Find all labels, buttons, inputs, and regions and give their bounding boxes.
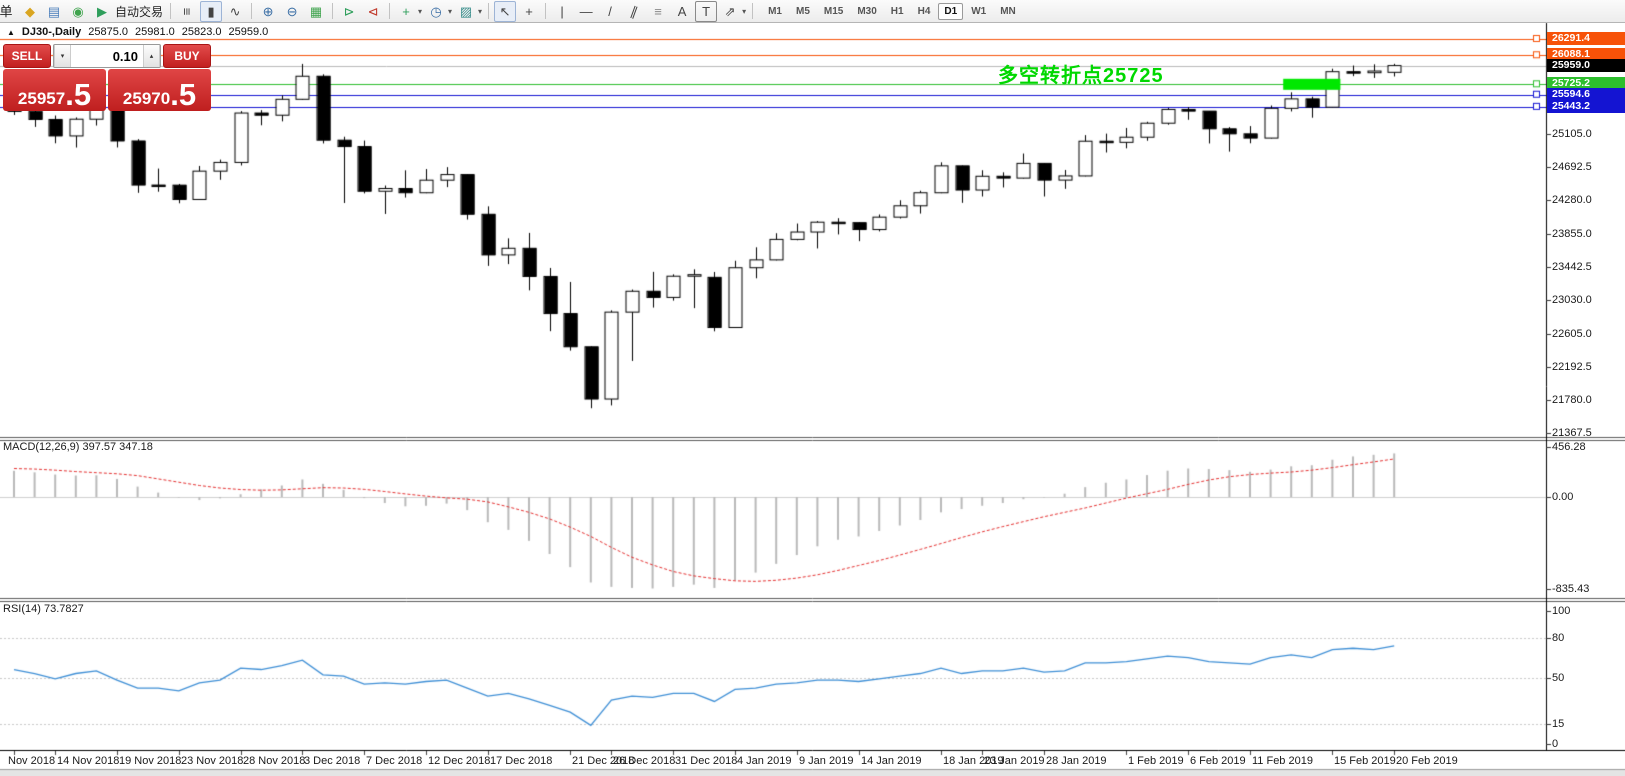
text-label-icon[interactable]: T [695,1,717,22]
ohlc-open: 25875.0 [88,26,128,38]
timeframe-button-mn[interactable]: MN [994,3,1022,20]
timeframe-button-m15[interactable]: M15 [818,3,849,20]
candlestick-chart-icon[interactable]: ▮ [200,1,222,22]
chart-shift-icon[interactable]: ⊲ [362,1,384,22]
timeframe-button-m1[interactable]: M1 [762,3,788,20]
templates-icon-dropdown[interactable]: ▾ [478,7,482,16]
chart-annotation-text: 多空转折点25725 [998,59,1164,88]
volume-increase-button[interactable]: ▴ [143,45,160,67]
toolbar-separator [332,3,333,19]
timeframe-button-h4[interactable]: H4 [912,3,937,20]
symbol-name: DJ30-,Daily [22,26,81,38]
toolbar-separator [170,3,171,19]
price-chart-canvas[interactable] [0,0,1625,776]
new-order-button[interactable]: 单 [0,1,17,22]
text-icon[interactable]: A [671,1,693,22]
periods-icon[interactable]: ◷ [425,1,447,22]
toolbar-separator [545,3,546,19]
arrows-icon-dropdown[interactable]: ▾ [742,7,746,16]
volume-input[interactable] [71,45,143,67]
one-click-trading-panel: SELL ▾ ▴ BUY 25957.5 25970.5 [3,44,211,111]
buy-price-main: 25970 [123,90,170,107]
sell-price-display[interactable]: 25957.5 [3,69,106,111]
macd-indicator-label: MACD(12,26,9) 397.57 347.18 [3,441,153,453]
periods-icon-dropdown[interactable]: ▾ [448,7,452,16]
ohlc-close: 25959.0 [229,26,269,38]
signals-icon[interactable]: ◉ [67,1,89,22]
zoom-out-icon[interactable]: ⊖ [281,1,303,22]
ohlc-high: 25981.0 [135,26,175,38]
sell-price-fraction: .5 [65,83,91,107]
autotrade-button[interactable]: ▶ [91,1,113,22]
fibonacci-icon[interactable]: ≡ [647,1,669,22]
templates-icon[interactable]: ▨ [455,1,477,22]
rsi-indicator-label: RSI(14) 73.7827 [3,603,84,615]
equidistant-channel-icon[interactable]: ∥ [623,1,645,22]
timeframe-button-w1[interactable]: W1 [965,3,992,20]
trendline-icon[interactable]: / [599,1,621,22]
autotrade-button-label[interactable]: 自动交易 [115,3,163,20]
toolbar-separator [488,3,489,19]
ohlc-low: 25823.0 [182,26,222,38]
bar-chart-icon[interactable]: ≡ [176,1,198,22]
volume-control: ▾ ▴ [53,44,161,68]
timeframe-button-d1[interactable]: D1 [938,3,963,20]
horizontal-line-icon[interactable]: — [575,1,597,22]
tile-windows-icon[interactable]: ▦ [305,1,327,22]
volume-decrease-button[interactable]: ▾ [54,45,71,67]
toolbar-separator [389,3,390,19]
gold-icon[interactable]: ◆ [19,1,41,22]
buy-price-display[interactable]: 25970.5 [108,69,211,111]
toolbar: 单◆▤◉▶自动交易≡▮∿⊕⊖▦⊳⊲+▾◷▾▨▾↖+|—/∥≡AT⇗▾ M1M5M… [0,0,1625,23]
toolbar-separator [752,3,753,19]
timeframe-button-m30[interactable]: M30 [851,3,882,20]
sell-price-main: 25957 [18,90,65,107]
collapse-quotes-icon[interactable]: ▲ [7,28,15,37]
market-watch-icon[interactable]: ▤ [43,1,65,22]
auto-scroll-icon[interactable]: ⊳ [338,1,360,22]
crosshair-icon[interactable]: + [518,1,540,22]
cursor-icon[interactable]: ↖ [494,1,516,22]
line-chart-icon[interactable]: ∿ [224,1,246,22]
indicators-icon-dropdown[interactable]: ▾ [418,7,422,16]
arrows-icon[interactable]: ⇗ [719,1,741,22]
zoom-in-icon[interactable]: ⊕ [257,1,279,22]
symbol-info-bar: ▲ DJ30-,Daily 25875.0 25981.0 25823.0 25… [7,26,268,38]
timeframe-button-m5[interactable]: M5 [790,3,816,20]
buy-button[interactable]: BUY [163,44,211,68]
application-window: { "toolbar": { "left_items": [ {"name":"… [0,0,1625,776]
toolbar-separator [251,3,252,19]
vertical-line-icon[interactable]: | [551,1,573,22]
timeframe-button-h1[interactable]: H1 [885,3,910,20]
indicators-icon[interactable]: + [395,1,417,22]
buy-price-fraction: .5 [170,83,196,107]
sell-button[interactable]: SELL [3,44,51,68]
